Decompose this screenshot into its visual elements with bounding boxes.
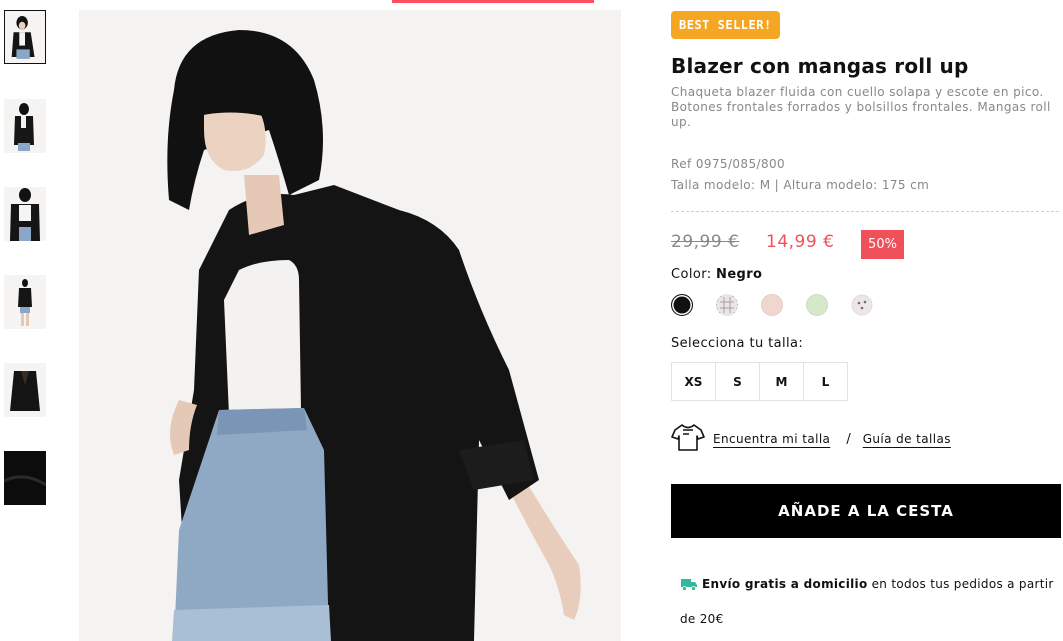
size-selector-label: Selecciona tu talla: bbox=[671, 336, 804, 351]
best-seller-badge: BEST SELLER! bbox=[671, 11, 780, 39]
top-accent-bar bbox=[392, 0, 594, 3]
thumbnail-5[interactable] bbox=[4, 363, 46, 417]
size-option-s[interactable]: S bbox=[715, 362, 760, 401]
color-swatch-sage[interactable] bbox=[806, 294, 828, 316]
model-size-info: Talla modelo: M | Altura modelo: 175 cm bbox=[671, 178, 930, 192]
size-option-m[interactable]: M bbox=[759, 362, 804, 401]
size-guide-link[interactable]: Guía de tallas bbox=[863, 432, 951, 446]
shipping-info: Envío gratis a domicilio en todos tus pe… bbox=[680, 567, 1060, 637]
thumbnail-1[interactable] bbox=[4, 10, 46, 64]
main-product-image[interactable] bbox=[79, 10, 621, 641]
thumbnail-6[interactable] bbox=[4, 451, 46, 505]
size-options: XS S M L bbox=[671, 362, 848, 401]
color-label: Color: bbox=[671, 267, 712, 282]
truck-icon bbox=[680, 570, 698, 591]
fit-separator: / bbox=[846, 431, 851, 447]
color-swatch-pink[interactable] bbox=[761, 294, 783, 316]
color-swatch-black[interactable] bbox=[671, 294, 693, 316]
divider bbox=[671, 211, 1059, 212]
color-swatch-dots[interactable] bbox=[851, 294, 873, 316]
tshirt-icon bbox=[671, 422, 705, 456]
fit-help-row: Encuentra mi talla / Guía de tallas bbox=[671, 422, 951, 456]
original-price: 29,99 € bbox=[671, 232, 740, 252]
thumbnail-3[interactable] bbox=[4, 187, 46, 241]
color-swatch-check[interactable] bbox=[716, 294, 738, 316]
find-my-size-link[interactable]: Encuentra mi talla bbox=[713, 432, 830, 446]
size-option-xs[interactable]: XS bbox=[671, 362, 716, 401]
thumbnail-2[interactable] bbox=[4, 99, 46, 153]
selected-color-name: Negro bbox=[716, 267, 763, 282]
product-title: Blazer con mangas roll up bbox=[671, 54, 969, 78]
product-description: Chaqueta blazer fluida con cuello solapa… bbox=[671, 85, 1051, 129]
add-to-cart-button[interactable]: AÑADE A LA CESTA bbox=[671, 484, 1061, 538]
product-reference: Ref 0975/085/800 bbox=[671, 157, 786, 171]
thumbnail-4[interactable] bbox=[4, 275, 46, 329]
color-selector-label: Color: Negro bbox=[671, 267, 762, 282]
sale-price: 14,99 € bbox=[766, 232, 835, 252]
discount-badge: 50% bbox=[861, 230, 904, 259]
size-option-l[interactable]: L bbox=[803, 362, 848, 401]
product-info-panel: BEST SELLER! Blazer con mangas roll up C… bbox=[671, 0, 1063, 641]
shipping-highlight: Envío gratis a domicilio bbox=[702, 577, 868, 591]
